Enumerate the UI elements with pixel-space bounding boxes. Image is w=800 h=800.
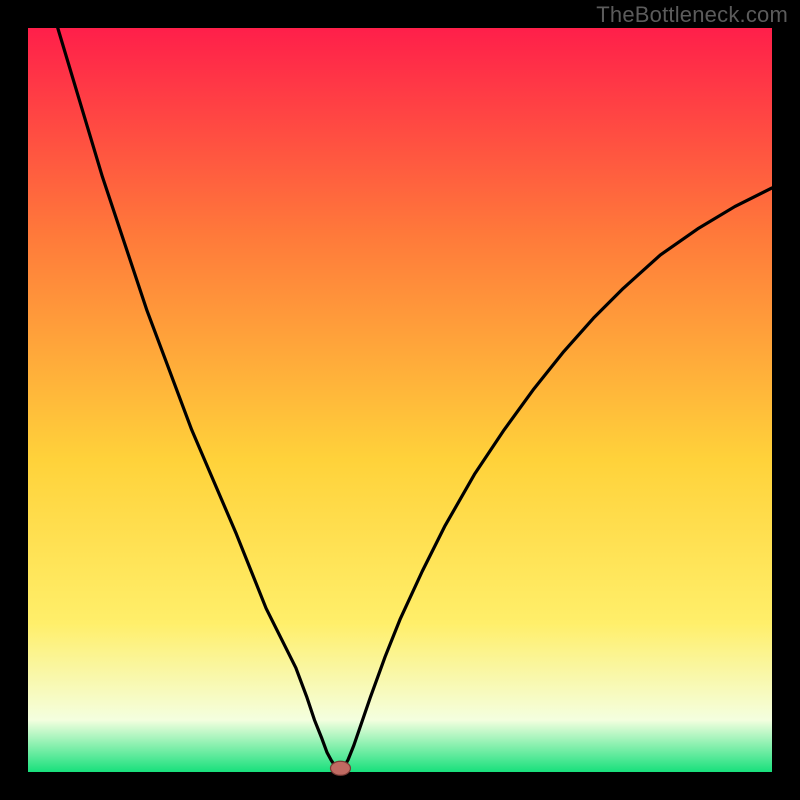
plot-background	[28, 28, 772, 772]
bottleneck-chart	[0, 0, 800, 800]
minimum-marker	[330, 761, 350, 775]
watermark-text: TheBottleneck.com	[596, 2, 788, 28]
chart-frame: TheBottleneck.com	[0, 0, 800, 800]
